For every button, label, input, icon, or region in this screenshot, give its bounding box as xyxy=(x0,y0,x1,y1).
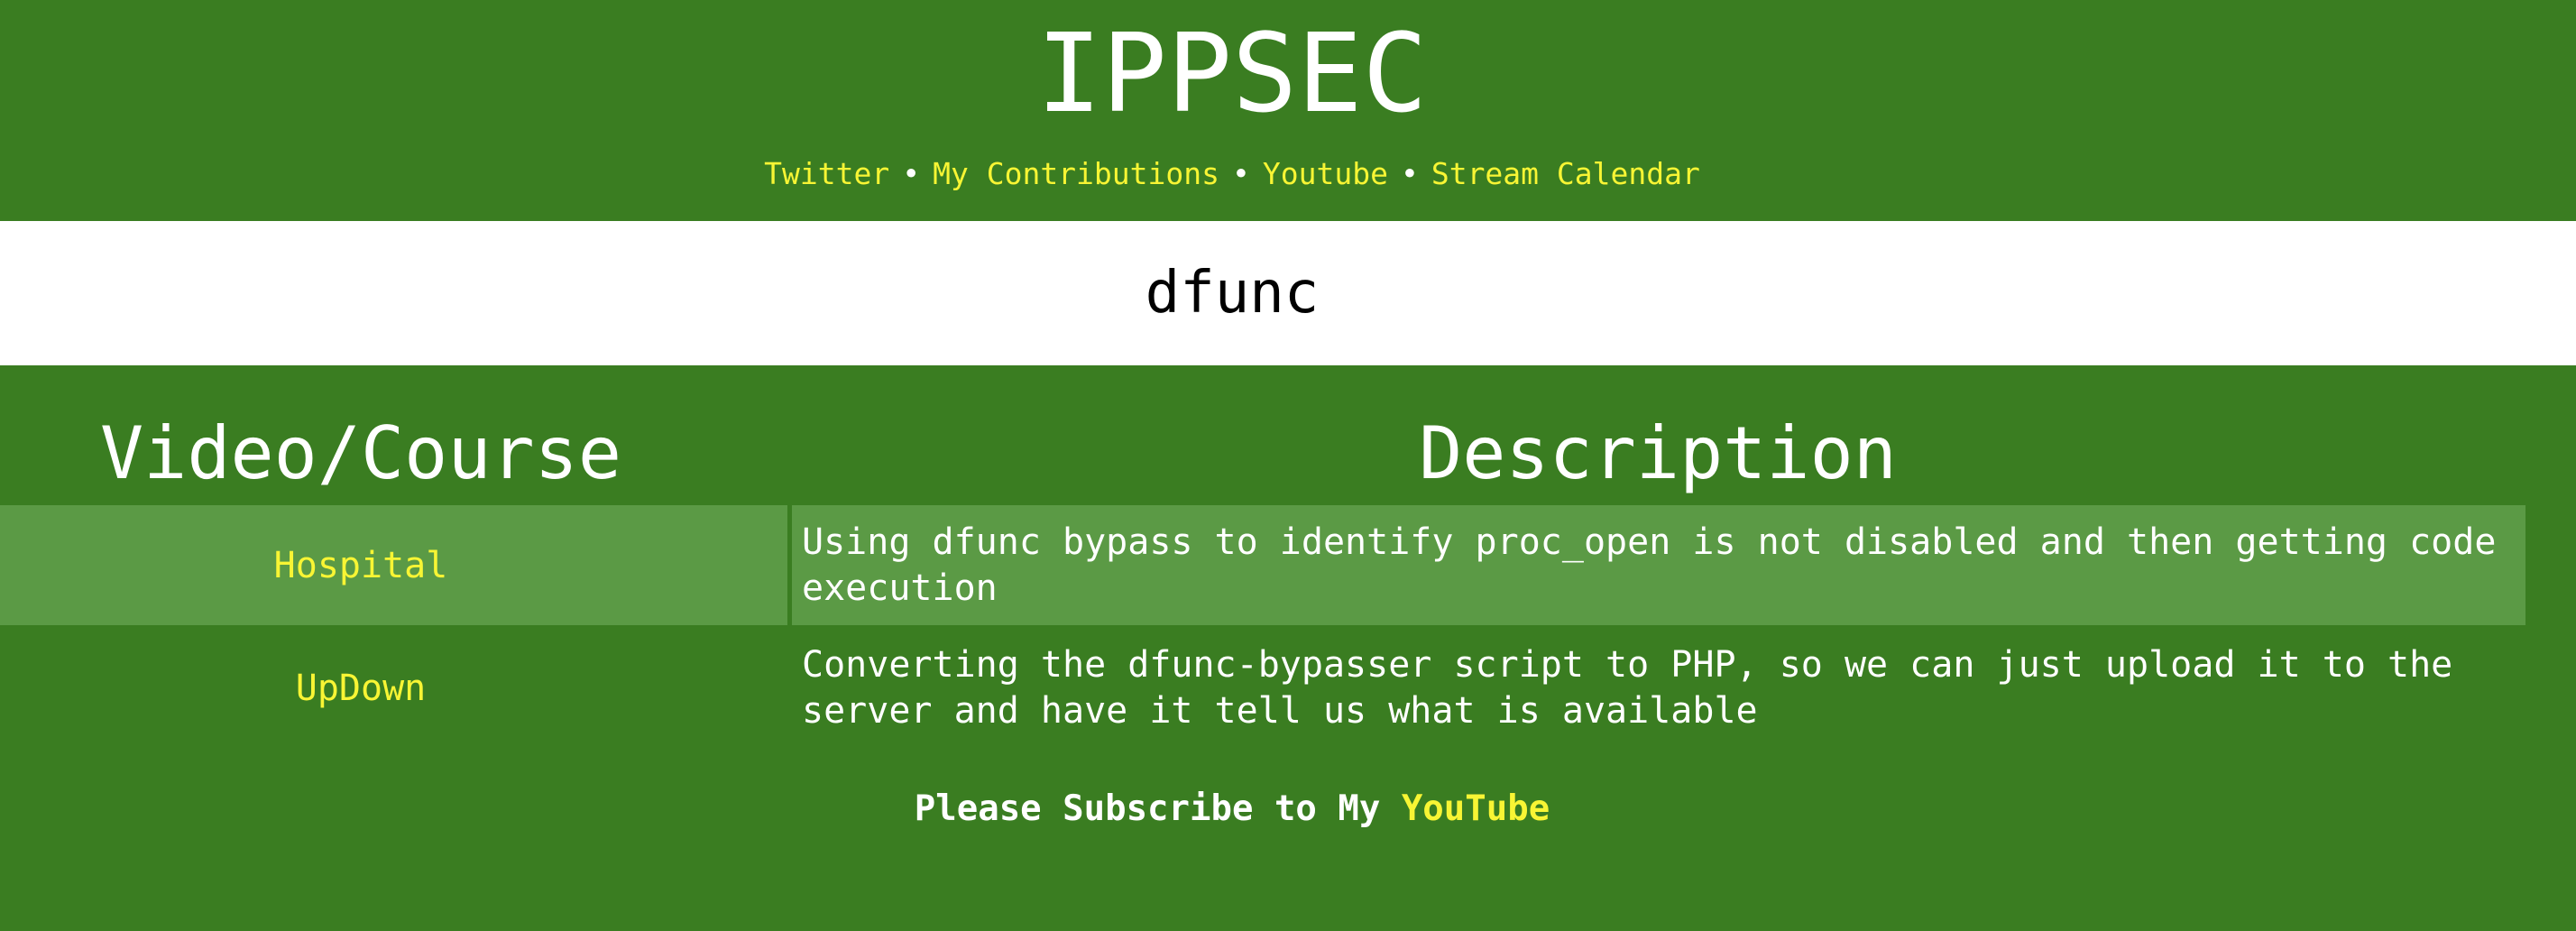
table-row: UpDown Converting the dfunc-bypasser scr… xyxy=(0,631,2525,749)
nav-link-youtube[interactable]: Youtube xyxy=(1263,156,1388,191)
youtube-link[interactable]: YouTube xyxy=(1402,788,1550,829)
column-header-video-course: Video/Course xyxy=(100,411,621,495)
cell-divider xyxy=(787,505,792,625)
search-bar xyxy=(0,221,2576,365)
nav-separator: • xyxy=(1400,156,1419,191)
video-link-hospital[interactable]: Hospital xyxy=(0,545,722,586)
nav-separator: • xyxy=(902,156,921,191)
column-header-description: Description xyxy=(1419,411,1897,495)
video-link-updown[interactable]: UpDown xyxy=(0,668,722,709)
nav-separator: • xyxy=(1232,156,1250,191)
subscribe-footer: Please Subscribe to My YouTube xyxy=(0,787,2464,832)
nav-link-stream-calendar[interactable]: Stream Calendar xyxy=(1431,156,1700,191)
row-description: Converting the dfunc-bypasser script to … xyxy=(802,644,2453,732)
nav-bar: Twitter • My Contributions • Youtube • Stream … xyxy=(0,153,2464,195)
row-description: Using dfunc bypass to identify proc_open… xyxy=(802,521,2497,609)
nav-link-my-contributions[interactable]: My Contributions xyxy=(933,156,1219,191)
table-row: Hospital Using dfunc bypass to identify … xyxy=(0,505,2525,625)
site-title: IPPSEC xyxy=(1036,12,1428,137)
nav-link-twitter[interactable]: Twitter xyxy=(764,156,889,191)
subscribe-text: Please Subscribe to My xyxy=(914,788,1402,829)
search-input[interactable] xyxy=(0,221,2464,365)
page: IPPSEC Twitter • My Contributions • Youtube •… xyxy=(0,0,2576,931)
